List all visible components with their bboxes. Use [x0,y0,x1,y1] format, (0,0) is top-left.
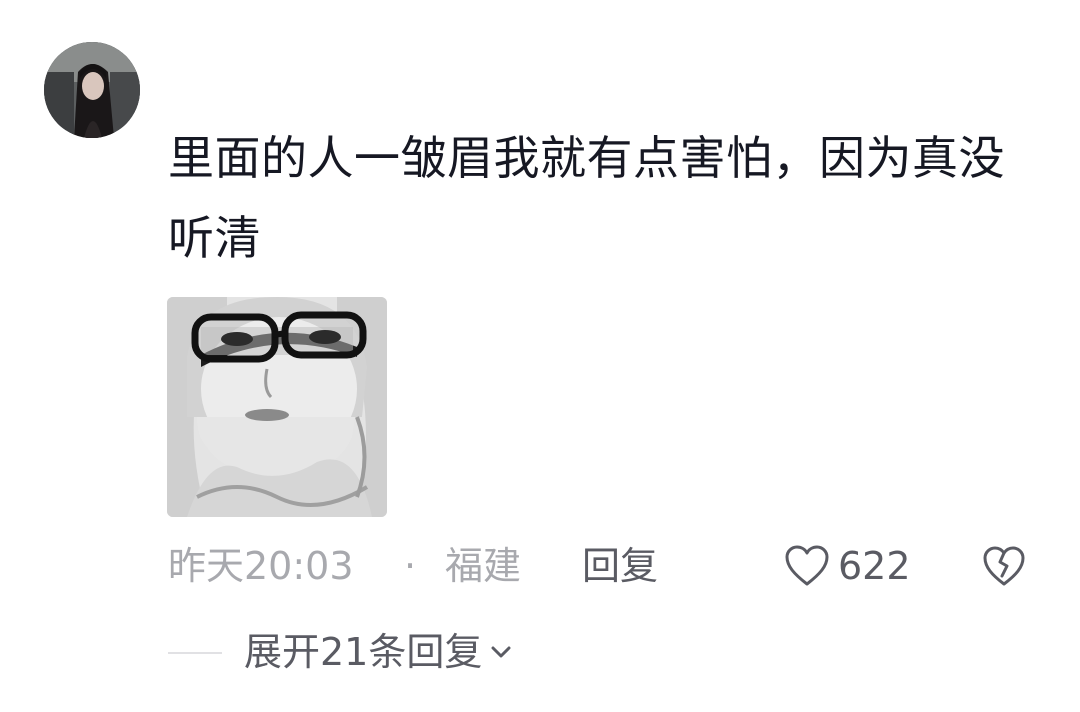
broken-heart-icon [983,546,1025,586]
like-button[interactable]: 622 [784,542,911,590]
comment-meta-row: 昨天20:03 · 福建 回复 622 [168,538,1048,594]
reply-button[interactable]: 回复 [582,544,658,588]
meme-sticker-icon [167,297,387,517]
like-count: 622 [838,544,911,588]
comment-sticker-image[interactable] [167,297,387,517]
expand-divider [168,652,222,654]
comment-time: 昨天20:03 [168,544,354,588]
comment-location: 福建 [445,544,522,588]
expand-replies-label: 展开21条回复 [244,630,483,674]
chevron-down-icon [491,646,511,658]
comment-text: 里面的人一皱眉我就有点害怕，因为真没听清 [168,131,1005,265]
expand-replies-button[interactable]: 展开21条回复 [244,628,514,676]
meta-separator: · [404,544,417,588]
dislike-button[interactable] [982,544,1026,588]
heart-outline-icon [785,545,829,586]
user-avatar[interactable] [44,42,140,138]
avatar-image [44,42,140,138]
expand-replies-row: 展开21条回复 [168,628,768,676]
